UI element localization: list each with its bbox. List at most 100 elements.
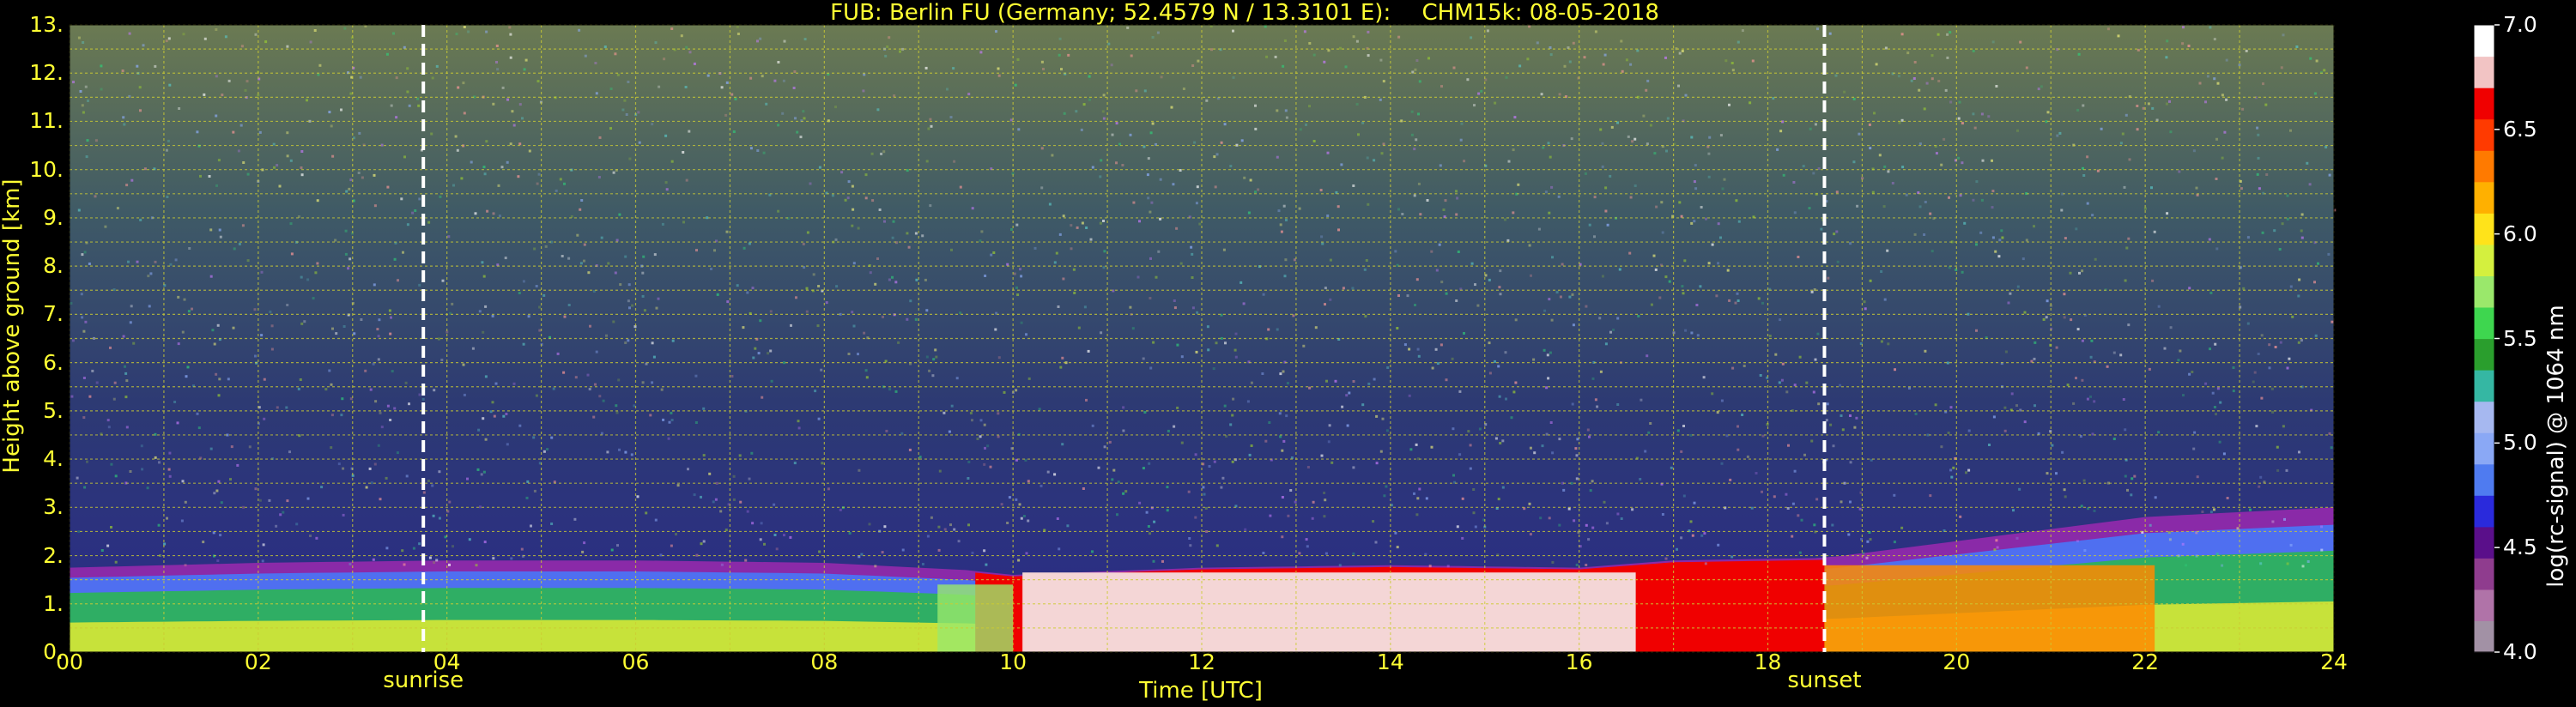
noise-speckle xyxy=(1409,448,1413,451)
noise-speckle xyxy=(1908,387,1911,390)
noise-speckle xyxy=(1913,61,1917,63)
noise-speckle xyxy=(1949,468,1953,472)
noise-speckle xyxy=(918,456,922,459)
noise-speckle xyxy=(1325,379,1328,383)
noise-speckle xyxy=(303,320,306,323)
noise-speckle xyxy=(340,414,343,417)
noise-speckle xyxy=(1100,159,1103,162)
noise-speckle xyxy=(289,222,293,226)
noise-speckle xyxy=(1946,361,1949,365)
noise-speckle xyxy=(995,30,997,33)
noise-speckle xyxy=(997,412,1000,415)
noise-speckle xyxy=(1223,404,1227,408)
noise-speckle xyxy=(1637,315,1640,317)
noise-speckle xyxy=(1155,275,1158,279)
noise-speckle xyxy=(1965,471,1967,474)
noise-speckle xyxy=(2051,444,2054,447)
noise-speckle xyxy=(1773,495,1776,499)
noise-speckle xyxy=(2313,92,2317,95)
noise-speckle xyxy=(2283,517,2286,521)
noise-speckle xyxy=(900,432,904,435)
noise-speckle xyxy=(1000,503,1003,506)
noise-speckle xyxy=(555,189,558,192)
noise-speckle xyxy=(1198,222,1202,226)
noise-speckle xyxy=(783,39,786,43)
noise-speckle xyxy=(1618,268,1621,271)
noise-speckle xyxy=(2127,323,2131,327)
noise-speckle xyxy=(1512,148,1515,152)
noise-speckle xyxy=(1678,51,1682,55)
noise-speckle xyxy=(2023,420,2027,424)
noise-speckle xyxy=(482,275,486,278)
noise-speckle xyxy=(386,185,390,189)
noise-speckle xyxy=(2246,236,2250,239)
noise-speckle xyxy=(347,267,350,270)
noise-speckle xyxy=(2221,94,2224,97)
noise-speckle xyxy=(496,68,500,71)
noise-speckle xyxy=(1680,215,1683,218)
noise-speckle xyxy=(937,525,941,529)
noise-speckle xyxy=(1179,262,1183,265)
noise-speckle xyxy=(1616,317,1620,320)
noise-speckle xyxy=(1328,424,1331,427)
noise-speckle xyxy=(140,444,143,448)
noise-speckle xyxy=(1599,370,1603,373)
noise-speckle xyxy=(1820,227,1823,231)
noise-speckle xyxy=(484,438,488,441)
noise-speckle xyxy=(1221,476,1225,480)
noise-speckle xyxy=(1699,285,1702,288)
noise-speckle xyxy=(1729,478,1732,481)
noise-speckle xyxy=(623,99,627,102)
noise-speckle xyxy=(349,92,353,95)
noise-speckle xyxy=(1403,343,1407,347)
noise-speckle xyxy=(330,446,333,450)
noise-speckle xyxy=(1852,97,1856,100)
noise-speckle xyxy=(1816,27,1819,31)
noise-speckle xyxy=(522,342,525,346)
colorbar-segment xyxy=(2474,526,2494,559)
noise-speckle xyxy=(106,419,110,422)
noise-speckle xyxy=(1961,161,1964,165)
noise-speckle xyxy=(760,522,763,525)
x-tick-label: 08 xyxy=(810,650,839,674)
noise-speckle xyxy=(1901,166,1905,169)
noise-speckle xyxy=(94,139,98,142)
noise-speckle xyxy=(1498,395,1501,398)
noise-speckle xyxy=(1204,506,1208,510)
noise-speckle xyxy=(1676,547,1678,551)
noise-speckle xyxy=(1572,323,1575,327)
noise-speckle xyxy=(1474,525,1477,529)
noise-speckle xyxy=(1650,303,1653,306)
noise-speckle xyxy=(306,497,310,500)
noise-speckle xyxy=(167,468,171,471)
noise-speckle xyxy=(1352,552,1355,555)
noise-speckle xyxy=(1883,298,1887,301)
noise-speckle xyxy=(306,278,310,281)
noise-speckle xyxy=(1401,213,1404,215)
noise-speckle xyxy=(606,450,609,454)
y-tick-label: 9. xyxy=(43,204,64,230)
noise-speckle xyxy=(215,489,219,492)
noise-speckle xyxy=(82,41,85,44)
noise-speckle xyxy=(2127,237,2131,240)
noise-speckle xyxy=(732,474,736,478)
noise-speckle xyxy=(463,112,466,115)
noise-speckle xyxy=(1717,222,1720,226)
noise-speckle xyxy=(1737,425,1739,428)
noise-speckle xyxy=(742,246,746,250)
noise-speckle xyxy=(1460,122,1464,125)
noise-speckle xyxy=(1957,156,1961,160)
noise-speckle xyxy=(1323,515,1326,518)
noise-speckle xyxy=(1570,137,1573,141)
noise-speckle xyxy=(1130,54,1133,57)
noise-speckle xyxy=(2149,523,2152,527)
noise-speckle xyxy=(480,473,483,476)
noise-speckle xyxy=(167,37,171,40)
noise-speckle xyxy=(1303,30,1306,33)
noise-speckle xyxy=(1411,70,1415,74)
noise-speckle xyxy=(124,396,128,399)
noise-speckle xyxy=(121,69,124,72)
noise-speckle xyxy=(1658,296,1662,299)
noise-speckle xyxy=(1655,205,1658,208)
noise-speckle xyxy=(891,236,894,239)
